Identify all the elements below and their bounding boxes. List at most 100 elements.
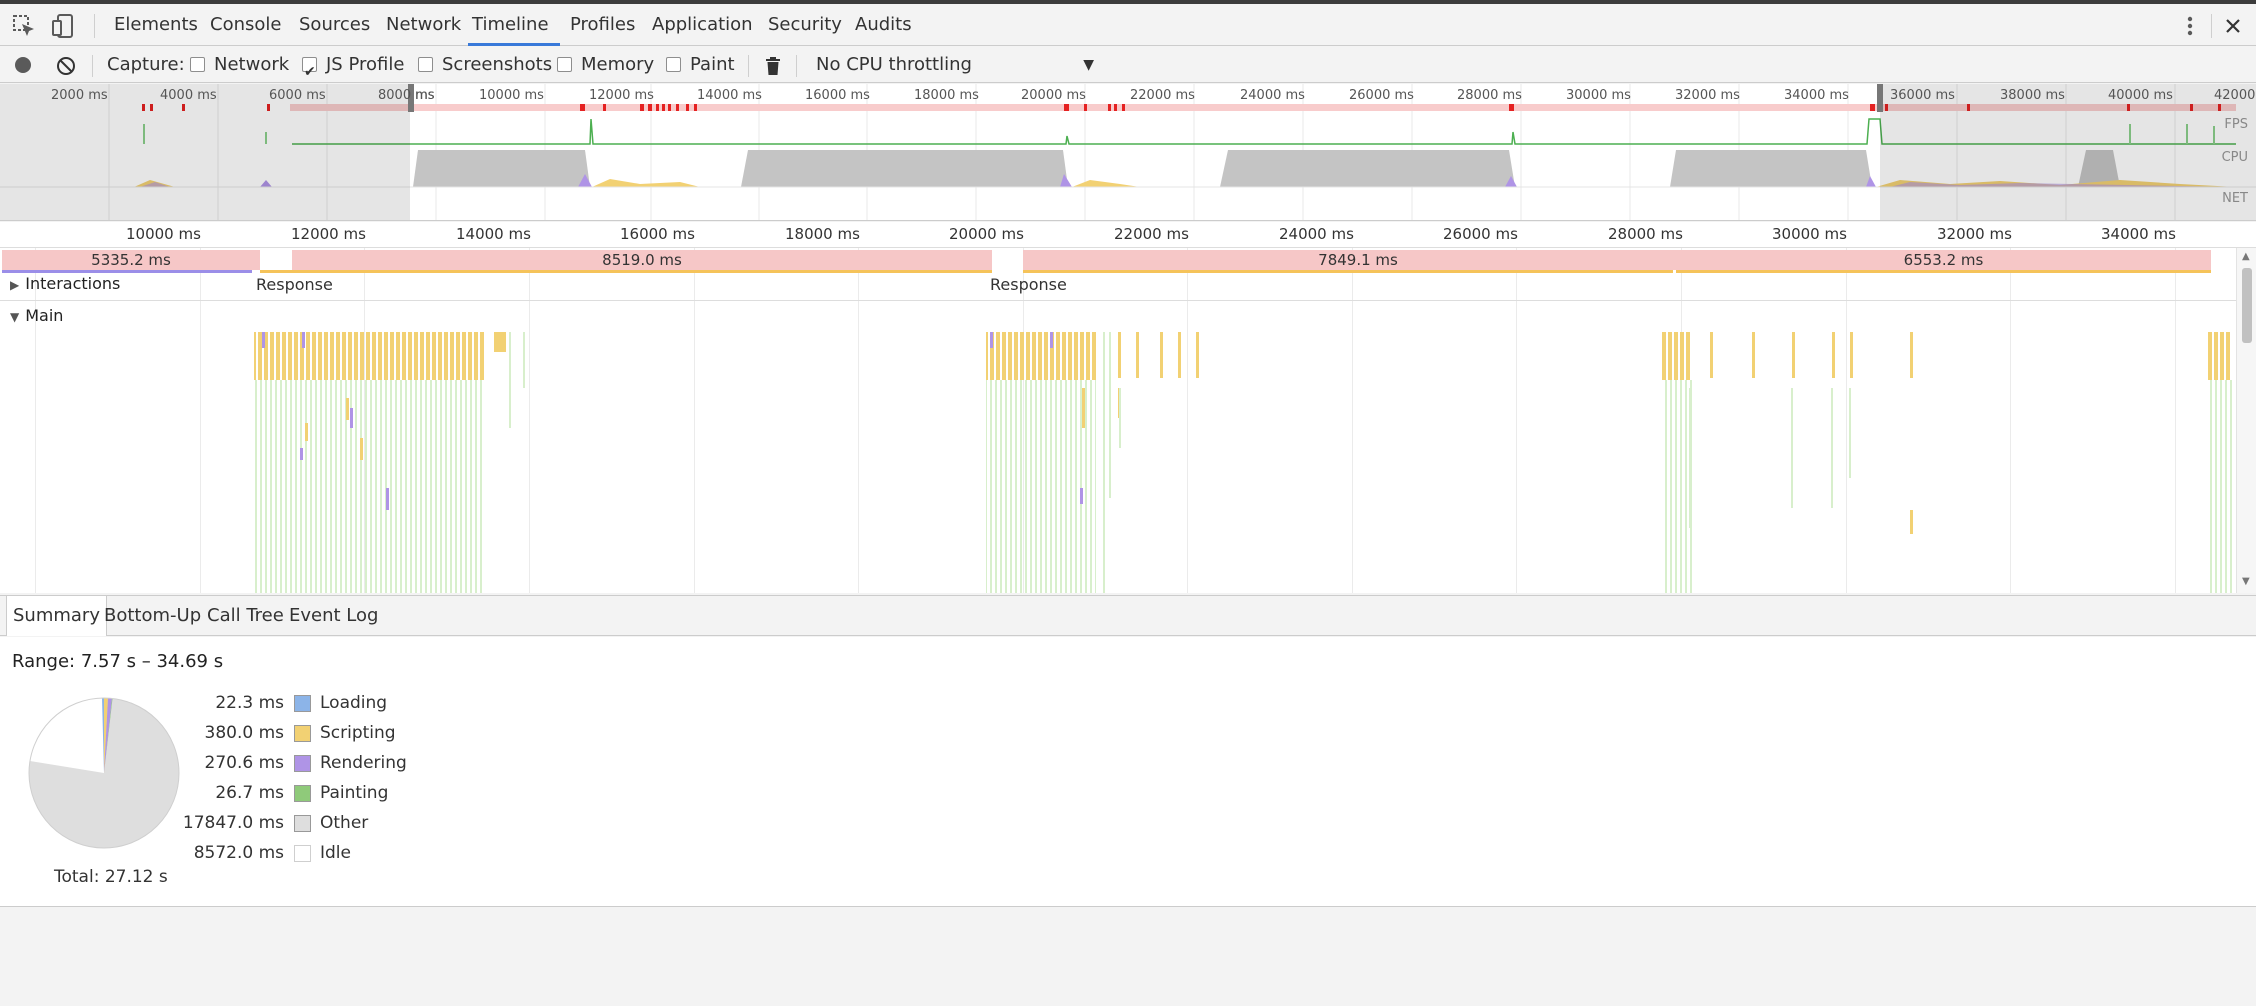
tab-summary[interactable]: Summary [6, 596, 107, 636]
flame-chart[interactable]: 5335.2 ms 8519.0 ms 7849.1 ms 6553.2 ms … [0, 248, 2236, 593]
memory-checkbox-box[interactable] [557, 57, 572, 72]
devtools-tab-bar: Elements Console Sources Network Timelin… [0, 4, 2256, 46]
overview-tick-label: 40000 ms [2108, 88, 2173, 103]
overview-tick-label: 12000 ms [589, 88, 654, 103]
network-checkbox[interactable]: Network [190, 47, 289, 83]
toolbar-divider [2211, 14, 2212, 38]
net-track-label: NET [2222, 191, 2248, 206]
close-icon[interactable] [2219, 12, 2247, 40]
network-checkbox-label: Network [214, 54, 290, 75]
tab-profiles[interactable]: Profiles [570, 4, 635, 46]
overview-tick-label: 28000 ms [1457, 88, 1522, 103]
scroll-up-icon[interactable]: ▲ [2242, 251, 2250, 262]
main-thread-tracks [254, 332, 2232, 593]
tab-call-tree[interactable]: Call Tree [203, 596, 288, 636]
overview-unselected-right [1880, 84, 2256, 220]
more-menu-icon[interactable] [2176, 12, 2204, 40]
idle-swatch [294, 845, 311, 862]
overview-unselected-left [0, 84, 410, 220]
timeline-overview[interactable]: 2000 ms 4000 ms 6000 ms 8000 ms ms 10000… [0, 84, 2256, 221]
details-tab-bar: Summary Bottom-Up Call Tree Event Log [0, 595, 2256, 636]
idle-value: 8572.0 ms [193, 843, 284, 863]
overview-tick-label: 24000 ms [1240, 88, 1305, 103]
overview-tick-label: 18000 ms [914, 88, 979, 103]
tab-security[interactable]: Security [768, 4, 842, 46]
cpu-throttling-value: No CPU throttling [816, 54, 972, 75]
tab-timeline-label: Timeline [472, 14, 549, 35]
ruler-label: 10000 ms [126, 225, 201, 243]
ruler-label: 32000 ms [1937, 225, 2012, 243]
js-profile-checkbox-box[interactable] [302, 54, 317, 90]
tab-elements[interactable]: Elements [114, 4, 198, 46]
screenshots-checkbox-box[interactable] [418, 57, 433, 72]
clear-icon[interactable] [56, 56, 76, 75]
overview-tick-label: 34000 ms [1784, 88, 1849, 103]
paint-checkbox-box[interactable] [666, 57, 681, 72]
overview-tick-label: ms [415, 88, 435, 103]
js-profile-checkbox-label: JS Profile [326, 54, 405, 75]
tab-network[interactable]: Network [386, 4, 461, 46]
painting-value: 26.7 ms [215, 783, 284, 803]
scroll-down-icon[interactable]: ▼ [2242, 576, 2250, 587]
tab-bottom-up[interactable]: Bottom-Up [100, 596, 205, 636]
ruler-label: 12000 ms [291, 225, 366, 243]
toolbar-divider [92, 55, 93, 77]
ruler-label: 14000 ms [456, 225, 531, 243]
ruler-label: 24000 ms [1279, 225, 1354, 243]
timeline-toolbar: Capture: Network JS Profile Screenshots … [0, 47, 2256, 90]
device-toolbar-icon[interactable] [49, 12, 77, 40]
paint-checkbox[interactable]: Paint [666, 47, 735, 83]
painting-swatch [294, 785, 311, 802]
flame-chart-ruler: 10000 ms 12000 ms 14000 ms 16000 ms 1800… [0, 222, 2256, 248]
overview-tick-label: 2000 ms [51, 88, 108, 103]
pie-idle [30, 698, 104, 773]
overview-tick-label: 14000 ms [697, 88, 762, 103]
screenshots-checkbox-label: Screenshots [442, 54, 553, 75]
tab-event-log[interactable]: Event Log [285, 596, 382, 636]
tab-sources[interactable]: Sources [299, 4, 370, 46]
memory-checkbox[interactable]: Memory [557, 47, 654, 83]
loading-value: 22.3 ms [215, 693, 284, 713]
painting-label: Painting [320, 783, 389, 803]
overview-tick-label: 36000 ms [1890, 88, 1955, 103]
ruler-label: 16000 ms [620, 225, 695, 243]
tab-timeline[interactable]: Timeline [468, 4, 560, 46]
overview-tick-label: 4000 ms [160, 88, 217, 103]
toolbar-divider [748, 55, 749, 77]
screenshots-checkbox[interactable]: Screenshots [418, 47, 552, 83]
memory-checkbox-label: Memory [581, 54, 655, 75]
tab-console[interactable]: Console [210, 4, 281, 46]
network-checkbox-box[interactable] [190, 57, 205, 72]
ruler-label: 28000 ms [1608, 225, 1683, 243]
ruler-label: 26000 ms [1443, 225, 1518, 243]
range-right-handle[interactable] [1877, 84, 1883, 112]
trash-icon[interactable] [764, 56, 782, 76]
record-icon[interactable] [14, 56, 32, 74]
other-swatch [294, 815, 311, 832]
scrollbar-thumb[interactable] [2242, 268, 2252, 343]
cpu-throttling-select[interactable]: No CPU throttling ▼ [816, 47, 1094, 83]
other-label: Other [320, 813, 369, 833]
rendering-value: 270.6 ms [204, 753, 285, 773]
loading-swatch [294, 695, 311, 712]
tab-application[interactable]: Application [652, 4, 753, 46]
ruler-label: 18000 ms [785, 225, 860, 243]
other-value: 17847.0 ms [182, 813, 284, 833]
tab-audits[interactable]: Audits [855, 4, 912, 46]
overview-tick-label: 26000 ms [1349, 88, 1414, 103]
overview-tick-label: 10000 ms [479, 88, 544, 103]
overview-tick-label: 38000 ms [2000, 88, 2065, 103]
inspect-element-icon[interactable] [10, 12, 38, 40]
scripting-swatch [294, 725, 311, 742]
loading-label: Loading [320, 693, 388, 713]
cpu-track-label: CPU [2221, 150, 2248, 165]
overview-tick-label: 16000 ms [805, 88, 870, 103]
paint-checkbox-label: Paint [690, 54, 735, 75]
js-profile-checkbox[interactable]: JS Profile [302, 47, 405, 90]
capture-label: Capture: [107, 54, 185, 75]
summary-pie-chart [28, 697, 180, 849]
idle-label: Idle [320, 843, 351, 863]
ruler-label: 22000 ms [1114, 225, 1189, 243]
flame-chart-scrollbar[interactable]: ▲ ▼ [2236, 248, 2256, 593]
ruler-label: 34000 ms [2101, 225, 2176, 243]
